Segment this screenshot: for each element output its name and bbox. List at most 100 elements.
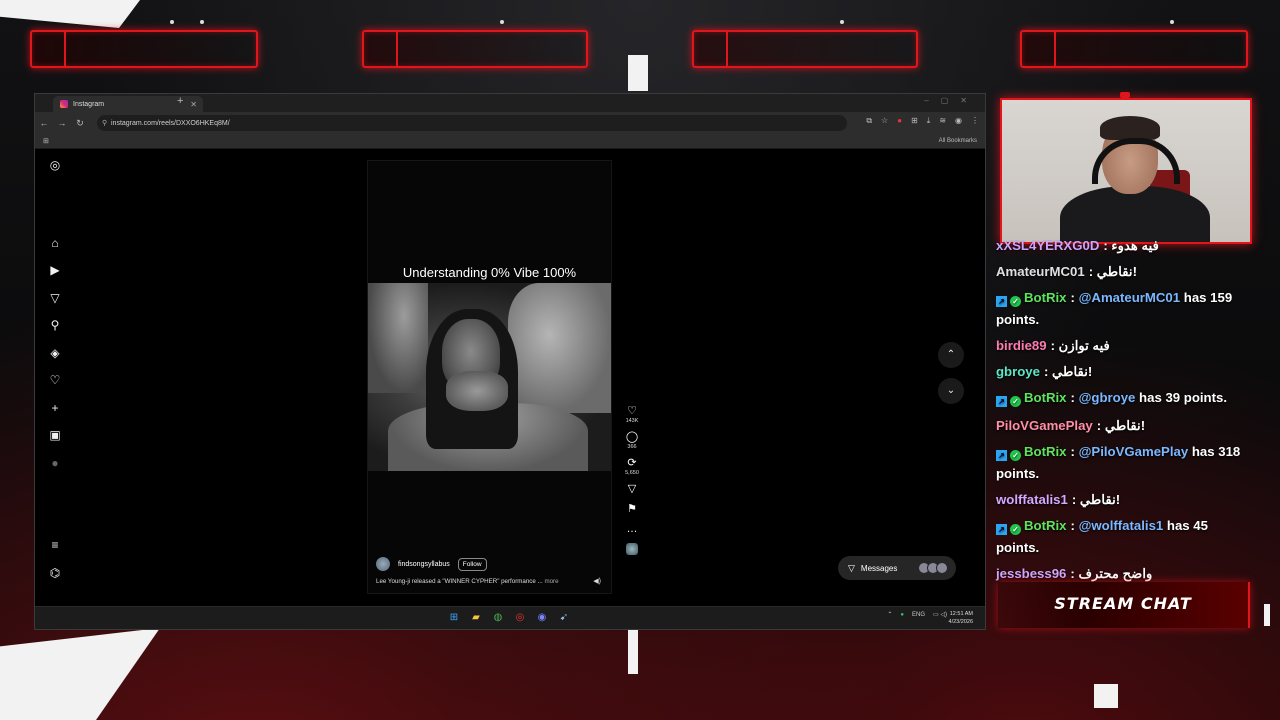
verified-badge-icon: ✓ [1010,396,1021,407]
bot-badge-icon: ↗ [996,450,1007,461]
image-person-left [368,283,428,393]
chat-separator: : [1070,444,1079,459]
chat-message: xXSL4YERXG0D: فيه هدوء [996,236,1250,256]
chat-username[interactable]: gbroye [996,364,1040,379]
steam-icon[interactable]: ➹ [557,611,571,625]
extensions-icon[interactable]: ⊞ [911,116,918,126]
chat-text: نقاطي! [1079,492,1121,507]
stream-chat: xXSL4YERXG0D: فيه هدوء AmateurMC01: نقاطي… [996,236,1250,581]
close-tab-icon[interactable]: ✕ [190,100,197,109]
dashboard-icon[interactable]: ▣ [48,428,62,442]
notifications-heart-icon[interactable]: ♡ [48,373,62,387]
chat-username[interactable]: BotRix [1024,290,1067,305]
reel-description-text: Lee Young-ji released a "WINNER CYPHER" … [376,578,543,585]
messages-button[interactable]: ▽ Messages [838,556,956,580]
audio-thumbnail[interactable] [626,543,638,555]
apps-grid-icon[interactable]: ⊞ [43,137,49,145]
chat-text: نقاطي! [1096,264,1138,279]
chat-message: wolffatalis1: نقاطي! [996,490,1250,510]
reel-video[interactable]: Understanding 0% Vibe 100% findsongsylla… [367,160,612,594]
chat-username[interactable]: birdie89 [996,338,1047,353]
menu-icon[interactable]: ⋮ [971,116,979,126]
chat-text: فيه هدوء [1111,238,1159,253]
clock-time: 12:51 AM [949,611,973,617]
back-icon[interactable]: ← [35,118,53,128]
also-from-meta-icon[interactable]: ⌬ [48,566,62,580]
reload-icon[interactable]: ↻ [71,118,89,129]
install-icon[interactable]: ⧉ [866,116,872,126]
more-link[interactable]: more [544,578,558,585]
bot-badge-icon: ↗ [996,396,1007,407]
chat-username[interactable]: BotRix [1024,518,1067,533]
comment-action[interactable]: ◯ 366 [620,431,644,450]
profile-avatar-icon[interactable]: ● [48,456,62,470]
explore-icon[interactable]: ◈ [48,346,62,360]
create-plus-icon[interactable]: + [48,401,62,415]
next-reel-button[interactable]: ⌄ [938,378,964,404]
bot-badges: ↗ ✓ [996,290,1021,310]
record-extension-icon[interactable]: ● [897,116,902,126]
author-avatar[interactable] [376,557,390,571]
direct-messages-icon[interactable]: ▽ [48,291,62,305]
chat-username[interactable]: BotRix [1024,390,1067,405]
author-username[interactable]: findsongsyllabus [398,561,450,568]
chat-separator: : [1050,338,1059,353]
chat-username[interactable]: AmateurMC01 [996,264,1085,279]
url-text: instagram.com/reels/DXXO6HKEq8M/ [111,119,230,127]
overlay-frame [362,30,588,68]
window-controls[interactable]: –▢✕ [924,96,979,105]
chat-username[interactable]: jessbess96 [996,566,1066,581]
overlay-frame [692,30,918,68]
decor-dot [840,20,844,24]
search-icon[interactable]: ⚲ [48,318,62,332]
reel-author-row: findsongsyllabus Follow [376,557,487,571]
bookmark-star-icon[interactable]: ☆ [881,116,888,126]
save-action[interactable]: ⚑ [620,503,644,516]
new-tab-button[interactable]: + [177,95,183,107]
chat-message: ↗ ✓ BotRix: @wolffatalis1 has 45 points. [996,516,1250,558]
language-indicator[interactable]: ENG [912,612,925,618]
taskbar-clock[interactable]: 12:51 AM 4/23/2026 [949,610,973,626]
more-options[interactable]: … [620,523,644,536]
url-field[interactable]: ⚲ instagram.com/reels/DXXO6HKEq8M/ [97,115,847,131]
all-bookmarks-link[interactable]: All Bookmarks [939,138,977,144]
browser-window: Instagram ✕ + –▢✕ ← → ↻ ⚲ instagram.com/… [34,93,986,630]
like-action[interactable]: ♡ 143K [620,405,644,424]
mic-icon[interactable]: ● [900,612,904,618]
bot-badges: ↗ ✓ [996,518,1021,538]
repost-icon: ⟳ [627,457,637,469]
tray-overflow-icon[interactable]: ⌃ [887,611,892,618]
home-icon[interactable]: ⌂ [48,236,62,250]
chat-text: فيه توازن [1058,338,1110,353]
profile-icon[interactable]: ◉ [955,116,962,126]
reel-actions: ♡ 143K ◯ 366 ⟳ 5,650 ▽ ⚑ … [620,405,644,555]
download-icon[interactable]: ⤓ [927,116,931,126]
reels-icon[interactable]: ▶ [48,263,62,277]
overlay-frame [30,30,258,68]
discord-icon[interactable]: ◉ [535,611,549,625]
site-info-icon[interactable]: ⚲ [102,119,107,127]
share-icon: ▽ [627,483,637,495]
mute-icon[interactable]: ◀) [593,577,601,585]
forward-icon[interactable]: → [53,118,71,128]
chat-username[interactable]: PiloVGamePlay [996,418,1093,433]
file-explorer-icon[interactable]: ▰ [469,611,483,625]
media-icon[interactable]: ≋ [939,116,946,126]
network-volume-icon[interactable]: ▭ ◁) [933,611,947,618]
chat-username[interactable]: wolffatalis1 [996,492,1068,507]
tab-bar: Instagram ✕ + –▢✕ [35,94,985,112]
app-icon[interactable]: ◎ [513,611,527,625]
instagram-logo-icon[interactable]: ◎ [48,158,62,172]
follow-button[interactable]: Follow [457,557,487,571]
share-action[interactable]: ▽ [620,483,644,496]
windows-taskbar: ⊞ ▰ ◍ ◎ ◉ ➹ ⌃ ● ENG ▭ ◁) 12:51 AM 4/23/2… [35,606,985,629]
decor-dot [1170,20,1174,24]
previous-reel-button[interactable]: ⌃ [938,342,964,368]
chat-username[interactable]: BotRix [1024,444,1067,459]
repost-action[interactable]: ⟳ 5,650 [620,457,644,476]
start-icon[interactable]: ⊞ [447,611,461,625]
chrome-icon[interactable]: ◍ [491,611,505,625]
bot-badges: ↗ ✓ [996,444,1021,464]
more-menu-icon[interactable]: ≡ [48,538,62,552]
chat-username[interactable]: xXSL4YERXG0D [996,238,1099,253]
